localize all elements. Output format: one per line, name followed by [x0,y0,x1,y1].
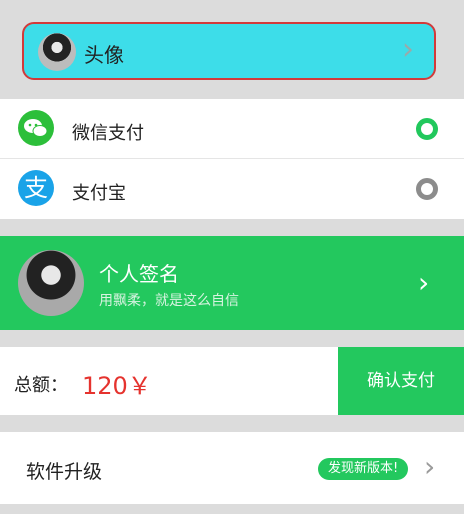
avatar-row[interactable]: 头像 › [22,22,436,80]
avatar-large [18,250,84,316]
wechat-icon [18,110,54,146]
radio-selected[interactable] [416,118,438,140]
chevron-right-icon: › [424,450,436,483]
payment-option-wechat[interactable] [0,99,464,158]
confirm-payment-button[interactable]: 确认支付 [338,347,464,415]
upgrade-label: 软件升级 [26,461,103,483]
avatar-row-title: 头像 [84,43,124,67]
payment-label: 支付宝 [72,183,126,204]
payment-option-alipay[interactable] [0,159,464,219]
chevron-right-icon: › [418,266,430,299]
total-label: 总额： [14,375,68,396]
chevron-right-icon: › [402,32,414,67]
radio-unselected[interactable] [416,178,438,200]
new-version-badge: 发现新版本! [318,458,409,480]
payment-label: 微信支付 [72,123,144,144]
avatar [38,33,76,71]
signature-subtitle: 用飘柔，就是这么自信 [99,293,239,309]
total-amount: 120￥ [82,372,152,400]
alipay-icon: 支 [18,170,54,206]
signature-title: 个人签名 [99,262,179,286]
